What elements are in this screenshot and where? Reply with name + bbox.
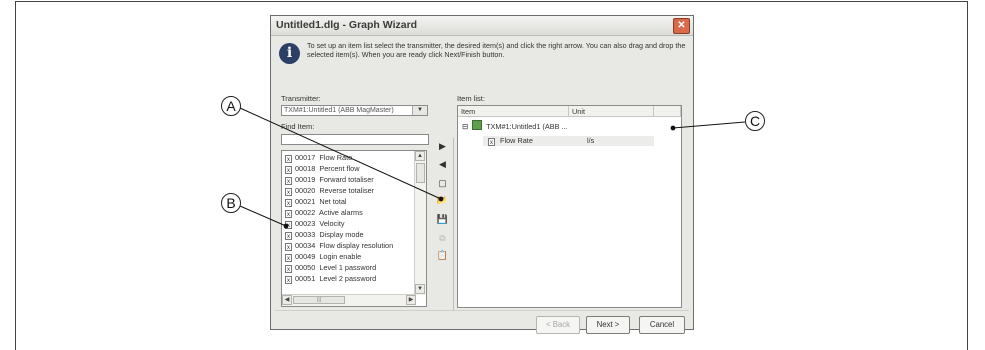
- callout-leaders: [239, 107, 746, 229]
- leader-dot-c: [670, 125, 676, 131]
- callout-a: A: [221, 96, 241, 116]
- callout-c: C: [745, 111, 765, 131]
- leader-line-c: [672, 121, 746, 129]
- leader-line-b: [239, 205, 287, 227]
- leader-line-a: [239, 107, 442, 200]
- leader-dot-b: [283, 223, 289, 229]
- leader-dot-a: [438, 196, 444, 202]
- callout-b: B: [221, 193, 241, 213]
